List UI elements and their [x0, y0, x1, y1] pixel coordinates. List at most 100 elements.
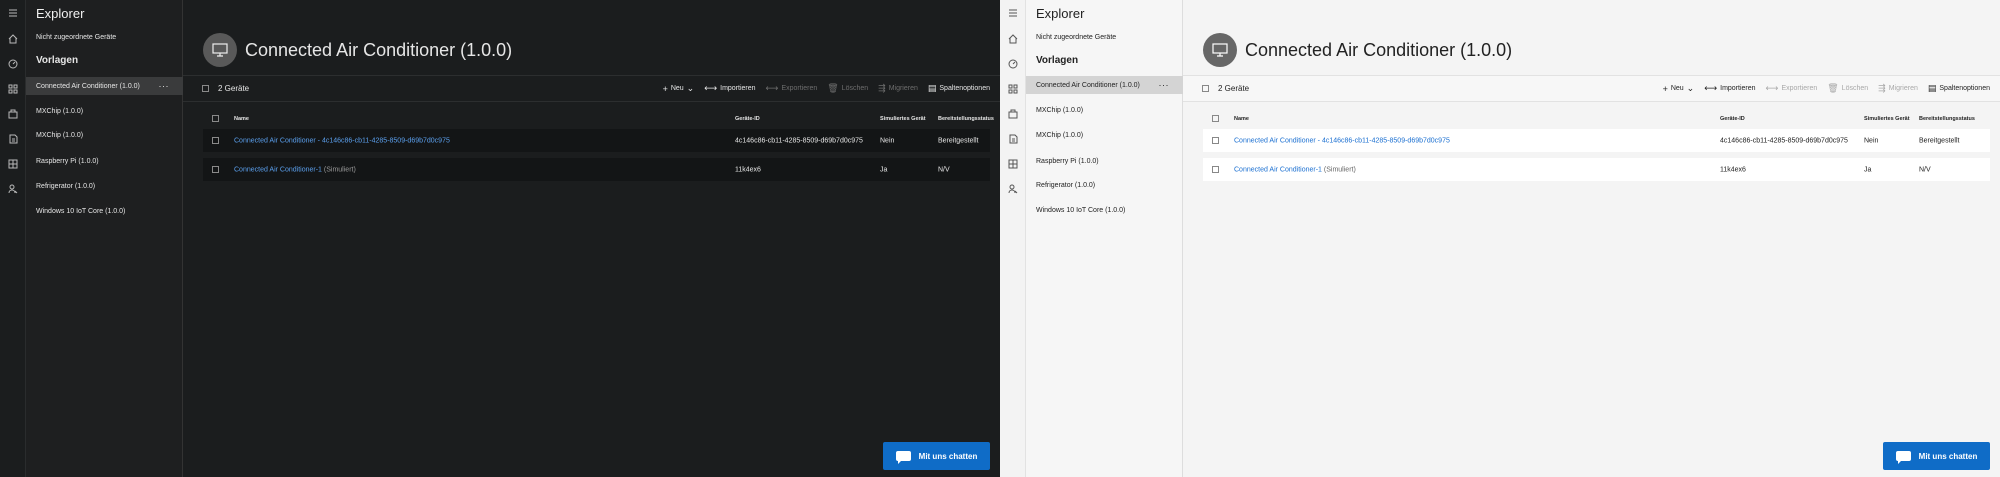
icon-rail [0, 0, 26, 477]
dashboard-icon[interactable] [1000, 51, 1026, 76]
device-name-link[interactable]: Connected Air Conditioner - 4c146c86-cb1… [1234, 137, 1450, 144]
import-button[interactable]: ⟷ Importieren [1704, 83, 1755, 94]
devices-icon[interactable] [0, 76, 26, 101]
export-icon: ⟷ [1765, 83, 1779, 93]
column-header-provisioning[interactable]: Bereitstellungsstatus [1919, 116, 1975, 122]
provisioning-status: Bereitgestellt [1919, 137, 1960, 144]
table-row[interactable]: Connected Air Conditioner-1 (Simuliert) … [203, 158, 990, 181]
home-icon[interactable] [0, 26, 26, 51]
select-all-checkbox[interactable] [202, 85, 209, 92]
device-groups-icon[interactable] [0, 101, 26, 126]
row-checkbox[interactable] [212, 137, 219, 144]
nav-item-template[interactable]: Refrigerator (1.0.0) [26, 177, 183, 195]
device-name-link[interactable]: Connected Air Conditioner - 4c146c86-cb1… [234, 137, 450, 144]
more-options-icon[interactable]: ··· [159, 81, 170, 91]
users-icon[interactable] [1000, 176, 1026, 201]
header-checkbox[interactable] [212, 115, 219, 122]
export-label: Exportieren [781, 85, 818, 92]
more-options-icon[interactable]: ··· [1159, 80, 1170, 90]
new-button[interactable]: + Neu ⌄ [1663, 83, 1695, 94]
simulated-value: Ja [1864, 166, 1872, 173]
nav-item-template[interactable]: Connected Air Conditioner (1.0.0) ··· [26, 77, 183, 95]
nav-item-label: Connected Air Conditioner (1.0.0) [36, 82, 140, 90]
chat-label: Mit uns chatten [1918, 451, 1978, 461]
device-name-link[interactable]: Connected Air Conditioner-1 [1234, 166, 1322, 173]
dashboard-icon[interactable] [0, 51, 26, 76]
template-navigation: Explorer Nicht zugeordnete Geräte Vorlag… [26, 0, 183, 477]
row-checkbox[interactable] [1212, 166, 1219, 173]
home-icon[interactable] [1000, 26, 1026, 51]
table-row[interactable]: Connected Air Conditioner - 4c146c86-cb1… [1203, 129, 1990, 152]
nav-item-label: Windows 10 IoT Core (1.0.0) [36, 207, 126, 215]
apps-icon[interactable] [1000, 151, 1026, 176]
nav-item-label: Raspberry Pi (1.0.0) [1036, 157, 1099, 165]
trash-icon: 🗑 [827, 83, 839, 93]
nav-unassigned-devices[interactable]: Nicht zugeordnete Geräte [36, 34, 116, 41]
nav-item-template[interactable]: MXChip (1.0.0) [1026, 101, 1183, 119]
column-options-button[interactable]: ▤ Spaltenoptionen [1928, 83, 1990, 94]
chat-button[interactable]: Mit uns chatten [1883, 442, 1990, 470]
menu-icon[interactable] [1000, 0, 1026, 26]
delete-label: Löschen [1841, 85, 1869, 92]
import-label: Importieren [720, 85, 756, 92]
migrate-label: Migrieren [1888, 85, 1918, 92]
chat-button[interactable]: Mit uns chatten [883, 442, 990, 470]
column-header-provisioning[interactable]: Bereitstellungsstatus [938, 116, 994, 122]
import-button[interactable]: ⟷ Importieren [704, 83, 755, 94]
users-icon[interactable] [0, 176, 26, 201]
new-label: Neu [670, 85, 684, 92]
column-header-name[interactable]: Name [1234, 116, 1249, 122]
simulated-value: Nein [880, 137, 895, 144]
select-all-checkbox[interactable] [1202, 85, 1209, 92]
nav-item-template[interactable]: Connected Air Conditioner (1.0.0) ··· [1026, 76, 1183, 94]
apps-icon[interactable] [0, 151, 26, 176]
table-row[interactable]: Connected Air Conditioner - 4c146c86-cb1… [203, 129, 990, 152]
migrate-button[interactable]: ⇶ Migrieren [1878, 83, 1918, 94]
nav-item-label: MXChip (1.0.0) [36, 107, 84, 115]
export-button[interactable]: ⟷ Exportieren [766, 83, 818, 94]
nav-item-template[interactable]: Refrigerator (1.0.0) [1026, 176, 1183, 194]
nav-item-template[interactable]: MXChip (1.0.0) [26, 126, 183, 144]
column-header-name[interactable]: Name [234, 116, 249, 122]
nav-item-template[interactable]: MXChip (1.0.0) [26, 102, 183, 120]
provisioning-status: N/V [1919, 166, 1931, 173]
rules-icon[interactable] [0, 126, 26, 151]
column-header-device-id[interactable]: Geräte-ID [1720, 116, 1745, 122]
table-header: Name Geräte-ID Simuliertes Gerät Bereits… [1203, 113, 1990, 125]
nav-item-template[interactable]: Raspberry Pi (1.0.0) [1026, 152, 1183, 170]
templates-header: Vorlagen [1036, 55, 1079, 66]
device-name-link[interactable]: Connected Air Conditioner-1 [234, 166, 322, 173]
migrate-button[interactable]: ⇶ Migrieren [878, 83, 918, 94]
devices-icon[interactable] [1000, 76, 1026, 101]
column-header-device-id[interactable]: Geräte-ID [735, 116, 760, 122]
simulated-tag: (Simuliert) [1323, 166, 1356, 173]
page-title: Connected Air Conditioner (1.0.0) [1245, 40, 1513, 60]
table-row[interactable]: Connected Air Conditioner-1 (Simuliert) … [1203, 158, 1990, 181]
chevron-down-icon: ⌄ [1686, 83, 1695, 93]
column-header-simulated[interactable]: Simuliertes Gerät [1864, 116, 1910, 122]
device-groups-icon[interactable] [1000, 101, 1026, 126]
main-content: Connected Air Conditioner (1.0.0) 2 Gerä… [1183, 0, 2000, 477]
header-checkbox[interactable] [1212, 115, 1219, 122]
column-header-simulated[interactable]: Simuliertes Gerät [880, 116, 926, 122]
delete-button[interactable]: 🗑 Löschen [1827, 83, 1868, 94]
nav-item-label: Connected Air Conditioner (1.0.0) [1036, 81, 1140, 89]
nav-unassigned-devices[interactable]: Nicht zugeordnete Geräte [1036, 34, 1116, 41]
provisioning-status: N/V [938, 166, 950, 173]
export-button[interactable]: ⟷ Exportieren [1766, 83, 1818, 94]
new-button[interactable]: + Neu ⌄ [663, 83, 695, 94]
row-checkbox[interactable] [212, 166, 219, 173]
rules-icon[interactable] [1000, 126, 1026, 151]
simulated-value: Nein [1864, 137, 1879, 144]
nav-item-label: Raspberry Pi (1.0.0) [36, 157, 99, 165]
delete-button[interactable]: 🗑 Löschen [827, 83, 868, 94]
menu-icon[interactable] [0, 0, 26, 26]
row-checkbox[interactable] [1212, 137, 1219, 144]
nav-item-template[interactable]: Windows 10 IoT Core (1.0.0) [26, 202, 183, 220]
nav-item-template[interactable]: Windows 10 IoT Core (1.0.0) [1026, 201, 1183, 219]
nav-item-template[interactable]: Raspberry Pi (1.0.0) [26, 152, 183, 170]
column-options-button[interactable]: ▤ Spaltenoptionen [928, 83, 990, 94]
columns-icon: ▤ [927, 83, 937, 93]
nav-item-template[interactable]: MXChip (1.0.0) [1026, 126, 1183, 144]
columns-icon: ▤ [1927, 83, 1937, 93]
